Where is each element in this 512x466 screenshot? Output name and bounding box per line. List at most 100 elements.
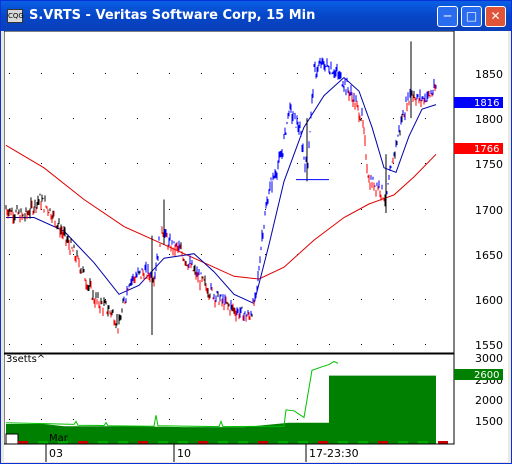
grid-dot xyxy=(137,163,138,164)
grid-dot xyxy=(73,163,74,164)
grid-dot xyxy=(297,299,298,300)
grid-dot xyxy=(201,299,202,300)
volume-axis[interactable]: 3000 2500 2000 1500 2600 xyxy=(454,352,503,428)
grid-dot xyxy=(105,118,106,119)
grid-dot xyxy=(233,118,234,119)
grid-dot xyxy=(393,254,394,255)
grid-dot xyxy=(361,344,362,345)
close-button[interactable]: ✕ xyxy=(485,6,506,27)
grid-dot xyxy=(73,344,74,345)
grid-dot xyxy=(361,163,362,164)
grid-dot xyxy=(297,209,298,210)
grid-dot xyxy=(265,163,266,164)
grid-dot xyxy=(137,344,138,345)
grid-dot xyxy=(361,73,362,74)
grid-dot xyxy=(297,398,298,399)
price-tick: 1850 xyxy=(475,68,503,81)
grid-dot xyxy=(73,209,74,210)
grid-dot xyxy=(297,73,298,74)
price-axis[interactable]: 1850 1800 1750 1700 1650 1600 1550 1816 … xyxy=(454,68,503,352)
grid-dot xyxy=(9,398,10,399)
grid-dot xyxy=(169,163,170,164)
grid-dot xyxy=(265,344,266,345)
grid-dot xyxy=(265,118,266,119)
price-tick: 1600 xyxy=(475,294,503,307)
grid-dot xyxy=(73,118,74,119)
maximize-button[interactable]: □ xyxy=(461,6,482,27)
last-price-label: 1816 xyxy=(474,98,499,109)
grid-dot xyxy=(361,299,362,300)
maximize-icon: □ xyxy=(465,9,478,23)
grid-dot xyxy=(137,118,138,119)
grid-dot xyxy=(393,209,394,210)
date-label-2: 10 xyxy=(177,447,191,460)
grid-dot xyxy=(137,378,138,379)
grid-dot xyxy=(73,254,74,255)
grid-dot xyxy=(201,118,202,119)
grid-dot xyxy=(265,299,266,300)
time-axis[interactable] xyxy=(4,444,454,462)
grid-dot xyxy=(105,73,106,74)
price-tick: 1700 xyxy=(475,204,503,217)
grid-dot xyxy=(329,118,330,119)
grid-dot xyxy=(41,398,42,399)
app-icon[interactable]: CQG xyxy=(7,9,24,23)
grid-dot xyxy=(393,344,394,345)
grid-dot xyxy=(137,73,138,74)
price-tick: 1650 xyxy=(475,249,503,262)
grid-dot xyxy=(41,254,42,255)
grid-dot xyxy=(201,419,202,420)
grid-dot xyxy=(265,209,266,210)
grid-dot xyxy=(9,378,10,379)
grid-dot xyxy=(105,378,106,379)
grid-dot xyxy=(425,73,426,74)
grid-dot xyxy=(9,163,10,164)
chart-svg: 1850 1800 1750 1700 1650 1600 1550 1816 … xyxy=(3,30,503,462)
chart-area[interactable]: 1850 1800 1750 1700 1650 1600 1550 1816 … xyxy=(3,30,508,462)
grid-dot xyxy=(201,378,202,379)
month-label: Mar xyxy=(49,433,69,444)
grid-dot xyxy=(105,163,106,164)
grid-dot xyxy=(361,254,362,255)
grid-dot xyxy=(73,73,74,74)
grid-dot xyxy=(233,419,234,420)
grid-dot xyxy=(233,344,234,345)
grid-dot xyxy=(41,73,42,74)
grid-dot xyxy=(169,73,170,74)
grid-dot xyxy=(41,419,42,420)
grid-dot xyxy=(233,163,234,164)
grid-dot xyxy=(105,344,106,345)
grid-dot xyxy=(201,254,202,255)
grid-dot xyxy=(137,254,138,255)
minimize-icon: ─ xyxy=(443,9,452,23)
grid-dot xyxy=(329,254,330,255)
grid-dot xyxy=(169,209,170,210)
grid-dot xyxy=(393,299,394,300)
grid-dot xyxy=(265,419,266,420)
grid-dot xyxy=(233,378,234,379)
window-title: S.VRTS - Veritas Software Corp, 15 Min xyxy=(29,8,316,23)
grid-dot xyxy=(393,118,394,119)
grid-dot xyxy=(297,419,298,420)
grid-dot xyxy=(41,344,42,345)
grid-dot xyxy=(105,254,106,255)
grid-dot xyxy=(233,299,234,300)
grid-dot xyxy=(169,378,170,379)
grid-dot xyxy=(265,73,266,74)
grid-dot xyxy=(9,73,10,74)
title-bar[interactable]: CQG S.VRTS - Veritas Software Corp, 15 M… xyxy=(1,1,511,31)
minimize-button[interactable]: ─ xyxy=(437,6,458,27)
grid-dot xyxy=(297,163,298,164)
grid-dot xyxy=(41,163,42,164)
grid-dot xyxy=(9,254,10,255)
grid-dot xyxy=(425,254,426,255)
grid-dot xyxy=(201,398,202,399)
grid-dot xyxy=(265,398,266,399)
grid-dot xyxy=(297,378,298,379)
chart-window: CQG S.VRTS - Veritas Software Corp, 15 M… xyxy=(0,0,512,464)
grid-dot xyxy=(137,419,138,420)
grid-dot xyxy=(9,118,10,119)
grid-dot xyxy=(329,163,330,164)
grid-dot xyxy=(41,378,42,379)
grid-dot xyxy=(73,419,74,420)
